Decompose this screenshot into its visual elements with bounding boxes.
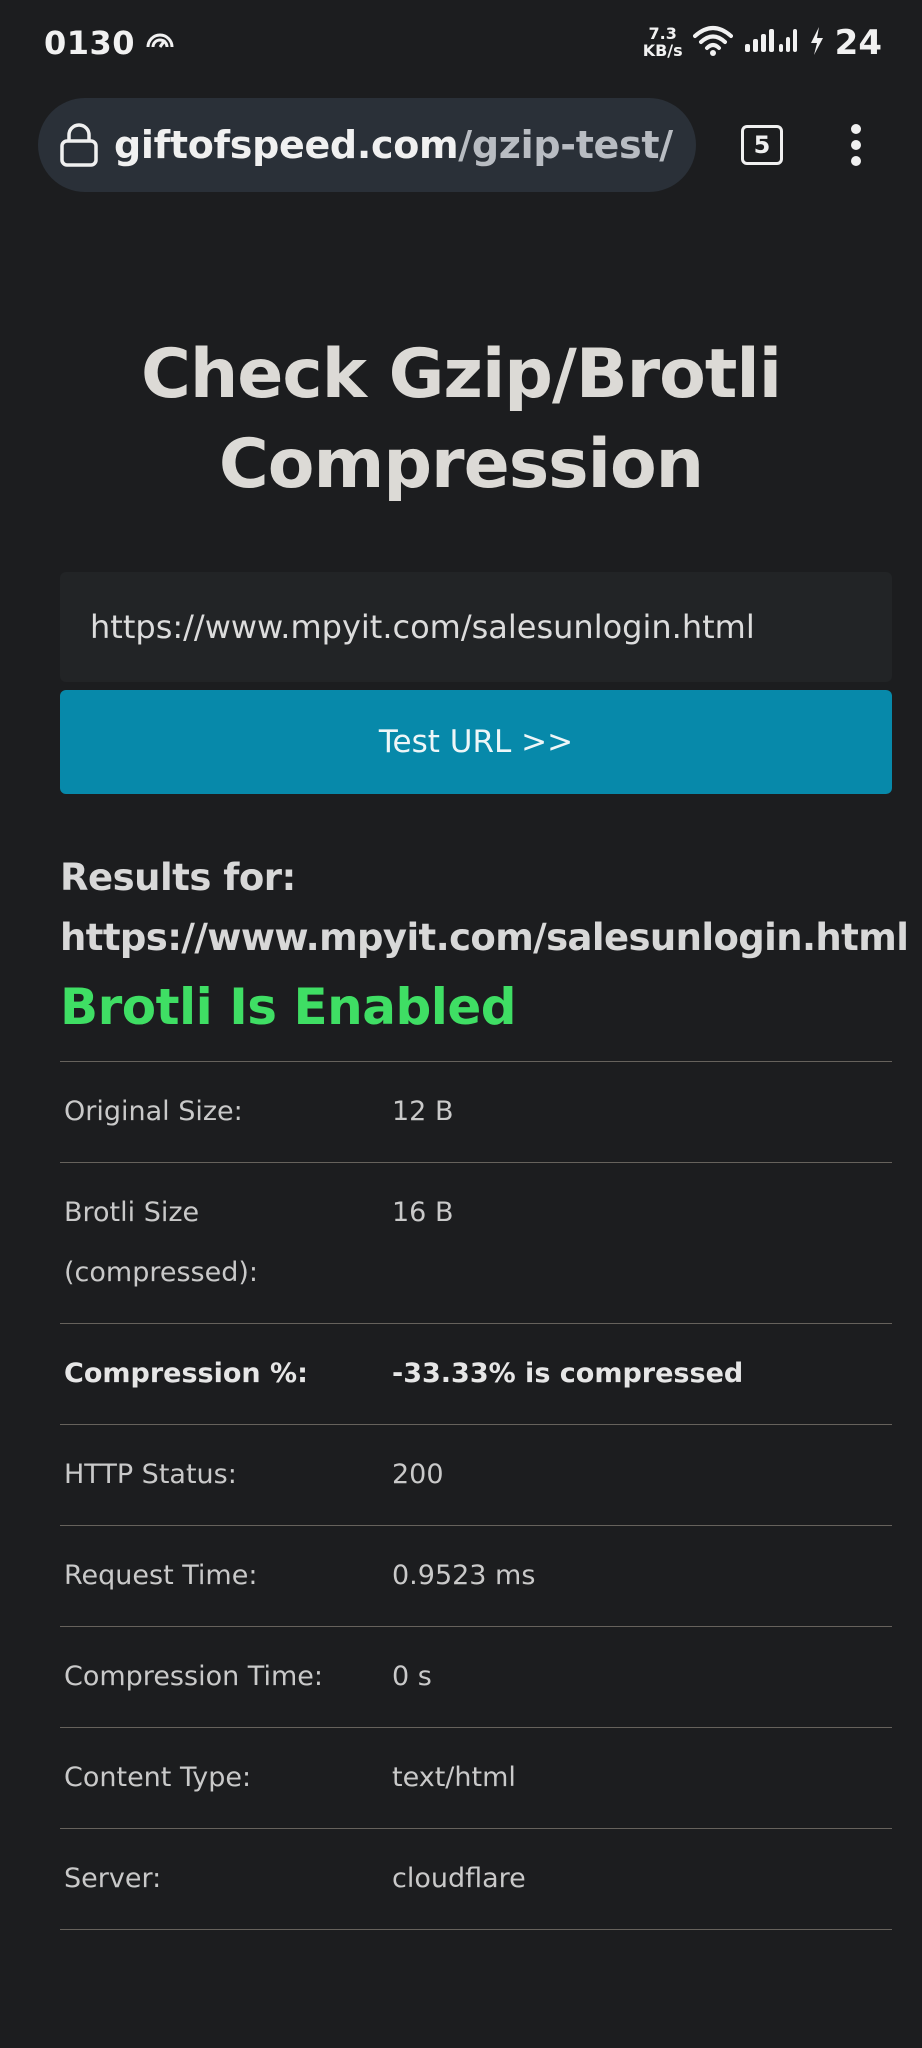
table-row: Original Size: 12 B xyxy=(60,1062,892,1163)
table-row: Brotli Size (compressed): 16 B xyxy=(60,1163,892,1324)
data-saver-icon xyxy=(145,30,175,56)
row-label: Brotli Size (compressed): xyxy=(64,1197,258,1288)
address-bar[interactable]: giftofspeed.com/gzip-test/ xyxy=(38,98,696,192)
browser-toolbar: giftofspeed.com/gzip-test/ 5 xyxy=(0,98,922,194)
results-for-label: Results for: xyxy=(60,856,296,899)
row-value: 12 B xyxy=(392,1096,454,1127)
results-url: https://www.mpyit.com/salesunlogin.html xyxy=(60,916,909,959)
wifi-icon xyxy=(692,25,733,61)
row-label: Request Time: xyxy=(64,1560,258,1591)
tabs-button[interactable]: 5 xyxy=(741,125,783,165)
status-right: 7.3 KB/s 24 xyxy=(643,23,882,63)
page-title-line-2: Compression xyxy=(218,425,704,504)
compression-status: Brotli Is Enabled xyxy=(60,978,517,1036)
row-value: -33.33% is compressed xyxy=(392,1358,744,1389)
row-label: Original Size: xyxy=(64,1096,243,1127)
url-input[interactable] xyxy=(60,572,892,682)
battery-level: 24 xyxy=(834,23,882,63)
row-value: 0 s xyxy=(392,1661,432,1692)
row-value: 200 xyxy=(392,1459,444,1490)
row-label: Compression Time: xyxy=(64,1661,323,1692)
url-path: /gzip-test/ xyxy=(458,123,673,167)
row-value: cloudflare xyxy=(392,1863,526,1894)
test-url-button[interactable]: Test URL >> xyxy=(60,690,892,794)
row-label: Compression %: xyxy=(64,1358,308,1389)
tab-count: 5 xyxy=(753,131,771,159)
page-title: Check Gzip/Brotli Compression xyxy=(0,330,922,510)
row-label: Server: xyxy=(64,1863,162,1894)
clock: 0130 xyxy=(44,24,136,62)
results-table: Original Size: 12 B Brotli Size (compres… xyxy=(60,1061,892,1930)
url-domain: giftofspeed.com xyxy=(114,123,459,167)
more-vert-icon[interactable] xyxy=(836,120,876,170)
table-row: Content Type: text/html xyxy=(60,1728,892,1829)
table-row: Server: cloudflare xyxy=(60,1829,892,1930)
net-speed-unit: KB/s xyxy=(642,41,683,60)
row-label: HTTP Status: xyxy=(64,1459,237,1490)
row-value: 16 B xyxy=(392,1197,454,1228)
row-value: 0.9523 ms xyxy=(392,1560,536,1591)
table-row: HTTP Status: 200 xyxy=(60,1425,892,1526)
status-bar: 0130 7.3 KB/s 24 xyxy=(0,0,922,86)
table-row: Request Time: 0.9523 ms xyxy=(60,1526,892,1627)
network-speed: 7.3 KB/s xyxy=(642,25,683,60)
lock-icon[interactable] xyxy=(56,122,102,168)
signal-icon xyxy=(743,26,799,60)
table-row: Compression %: -33.33% is compressed xyxy=(60,1324,892,1425)
row-value: text/html xyxy=(392,1762,516,1793)
row-label: Content Type: xyxy=(64,1762,252,1793)
table-row: Compression Time: 0 s xyxy=(60,1627,892,1728)
status-left: 0130 xyxy=(44,24,175,62)
charging-bolt-icon xyxy=(809,26,825,60)
url-text[interactable]: giftofspeed.com/gzip-test/ xyxy=(114,123,673,167)
page-title-line-1: Check Gzip/Brotli xyxy=(140,335,782,414)
